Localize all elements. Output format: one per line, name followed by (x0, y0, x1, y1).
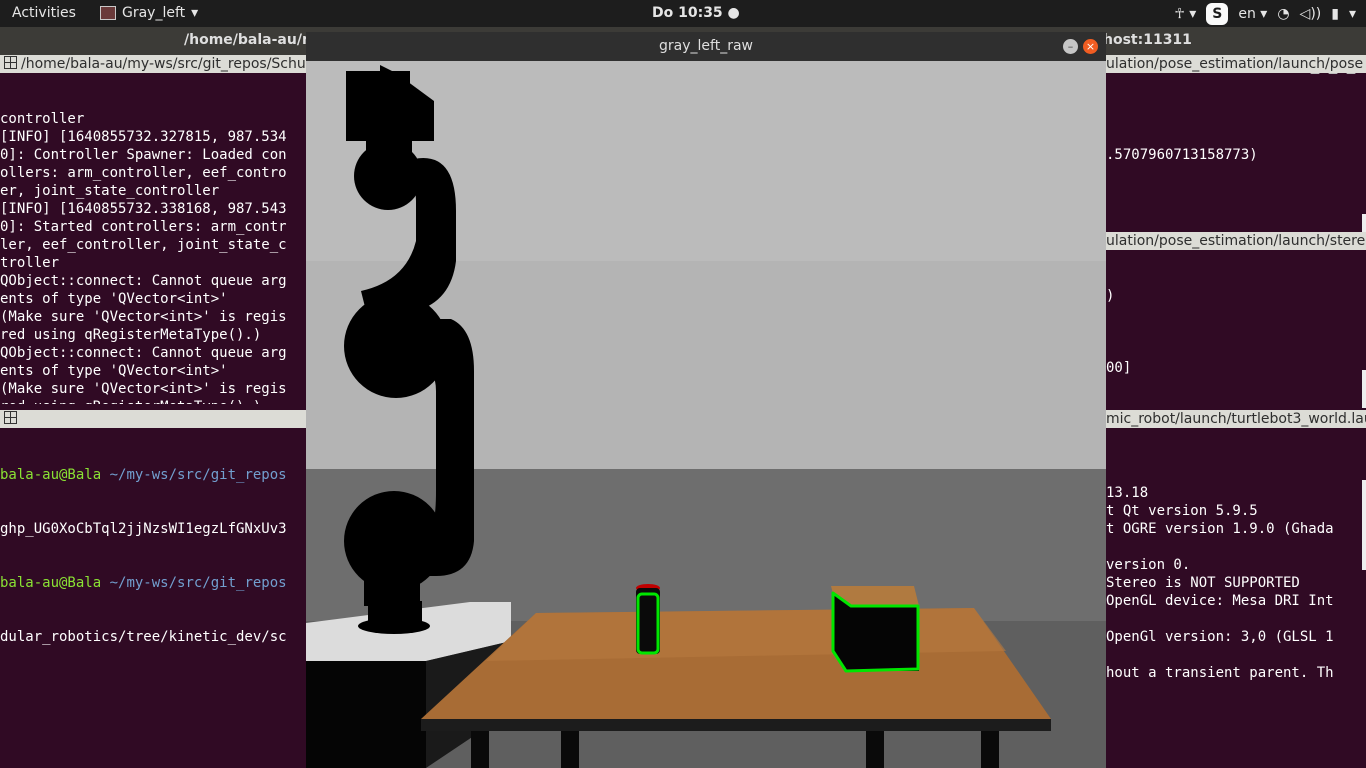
app-window-icon (100, 6, 116, 20)
terminal-line: ) (1106, 288, 1115, 304)
prompt-user: bala-au@Bala (0, 575, 102, 591)
accessibility-icon[interactable]: ☥ ▾ (1174, 6, 1196, 22)
wifi-icon[interactable]: ◔ (1277, 6, 1289, 22)
scrollbar[interactable] (1362, 370, 1366, 408)
arm-joint (354, 142, 422, 210)
terminal-line: ents of type 'QVector<int>' (0, 291, 228, 307)
terminal-line: OpenGl version: 3,0 (GLSL 1 (1106, 629, 1334, 645)
terminal-line: controller (0, 111, 85, 127)
terminal-line: hout a transient parent. Th (1106, 665, 1334, 681)
app-menu[interactable]: Gray_left ▾ (100, 5, 198, 21)
terminal-output: controller [INFO] [1640855732.327815, 987… (0, 110, 306, 404)
terminal-line: (Make sure 'QVector<int>' is regis (0, 309, 287, 325)
right-pane1-title[interactable]: ulation/pose_estimation/launch/pose (1106, 55, 1366, 73)
terminal-line: troller (0, 255, 60, 271)
terminal-line: .5707960713158773) (1106, 147, 1258, 163)
terminal-output: 13.18 t Qt version 5.9.5 t OGRE version 1.… (1106, 484, 1366, 682)
terminal-line: QObject::connect: Cannot queue arg (0, 345, 287, 361)
terminal-line: QObject::connect: Cannot queue arg (0, 273, 287, 289)
volume-icon[interactable]: ◁)) (1300, 6, 1322, 22)
terminal-line: 13.18 (1106, 485, 1149, 501)
prompt-user: bala-au@Bala (0, 467, 102, 483)
right-terminal-pane3[interactable]: 13.18 t Qt version 5.9.5 t OGRE version 1.… (1106, 448, 1366, 768)
terminal-line: ollers: arm_controller, eef_contro (0, 165, 287, 181)
background-window-title: /home/bala-au/m (184, 32, 317, 48)
minimize-icon[interactable]: – (1063, 39, 1078, 54)
scrollbar[interactable] (1362, 214, 1366, 232)
terminal-line: (Make sure 'QVector<int>' is regis (0, 381, 287, 397)
language-label: en (1238, 6, 1256, 22)
close-icon[interactable]: × (1083, 39, 1098, 54)
terminal-line: [INFO] [1640855732.327815, 987.534 (0, 129, 287, 145)
system-tray: ☥ ▾ S en ▾ ◔ ◁)) ▮ ▾ (1174, 3, 1356, 25)
terminal-line: t Qt version 5.9.5 (1106, 503, 1258, 519)
terminal-line: bala-au@Bala ~/my-ws/src/git_repos (0, 466, 306, 484)
power-menu-icon[interactable]: ▾ (1349, 6, 1356, 22)
pedestal-front (306, 661, 426, 768)
terminal-pane-title[interactable]: /home/bala-au/my-ws/src/git_repos/Schu (0, 55, 306, 73)
terminal-top-left[interactable]: controller [INFO] [1640855732.327815, 987… (0, 74, 306, 404)
right-window-title: host:11311 (1103, 32, 1192, 48)
table-leg (471, 731, 489, 768)
terminal-line: ler, eef_controller, joint_state_c (0, 237, 287, 253)
right-terminal-pane1[interactable]: .5707960713158773) (1106, 74, 1366, 232)
split-grid-icon (4, 56, 17, 69)
table-leg (866, 731, 884, 768)
camera-image (306, 61, 1106, 768)
image-window-titlebar[interactable]: gray_left_raw – × (306, 32, 1106, 61)
skype-icon[interactable]: S (1206, 3, 1229, 25)
clock-text: Do 10:35 (652, 5, 723, 21)
terminal-path: /home/bala-au/my-ws/src/git_repos/Schu (21, 56, 306, 72)
right-pane2-title[interactable]: ulation/pose_estimation/launch/stere (1106, 232, 1366, 250)
table-leg (561, 731, 579, 768)
terminal-line: dular_robotics/tree/kinetic_dev/sc (0, 629, 287, 645)
right-terminal-pane2[interactable]: ) 00] (1106, 251, 1366, 409)
split-grid-icon (4, 411, 17, 424)
terminal-line: ents of type 'QVector<int>' (0, 363, 228, 379)
table-edge (421, 719, 1051, 731)
terminal-line: red using qRegisterMetaType().) (0, 327, 262, 343)
activities-button[interactable]: Activities (12, 5, 76, 21)
top-bar: Activities Gray_left ▾ Do 10:35 ● ☥ ▾ S … (0, 0, 1366, 27)
terminal-line: 0]: Started controllers: arm_contr (0, 219, 287, 235)
terminal-line: Stereo is NOT SUPPORTED (1106, 575, 1300, 591)
battery-icon[interactable]: ▮ (1331, 6, 1339, 22)
chevron-down-icon: ▾ (191, 5, 199, 21)
prompt-path: ~/my-ws/src/git_repos (109, 575, 287, 591)
terminal-line: [INFO] [1640855732.338168, 987.543 (0, 201, 287, 217)
terminal-line: ghp_UG0XoCbTql2jjNzsWI1egzLfGNxUv3 (0, 521, 287, 537)
terminal-line: version 0. (1106, 557, 1191, 573)
app-menu-label: Gray_left (122, 5, 186, 21)
terminal-line: red using qRegisterMetaType().) (0, 398, 306, 404)
arm-base-foot (358, 618, 430, 634)
terminal-line: er, joint_state_controller (0, 183, 220, 199)
image-window-title: gray_left_raw (659, 38, 753, 54)
scrollbar[interactable] (1362, 480, 1366, 570)
right-pane3-title[interactable]: mic_robot/launch/turtlebot3_world.lau (1106, 410, 1366, 428)
language-menu[interactable]: en ▾ (1238, 6, 1267, 22)
terminal-bottom-left[interactable]: bala-au@Bala ~/my-ws/src/git_repos ghp_U… (0, 430, 306, 768)
clock[interactable]: Do 10:35 ● (652, 5, 740, 21)
table-leg (981, 731, 999, 768)
terminal-line: OpenGL device: Mesa DRI Int (1106, 593, 1334, 609)
prompt-path: ~/my-ws/src/git_repos (109, 467, 287, 483)
terminal-line: 00] (1106, 360, 1132, 376)
terminal-bottom-title[interactable] (0, 410, 306, 428)
terminal-line: bala-au@Bala ~/my-ws/src/git_repos (0, 574, 306, 592)
terminal-line: 0]: Controller Spawner: Loaded con (0, 147, 287, 163)
terminal-line: t OGRE version 1.9.0 (Ghada (1106, 521, 1334, 537)
cylinder-object (636, 588, 660, 654)
